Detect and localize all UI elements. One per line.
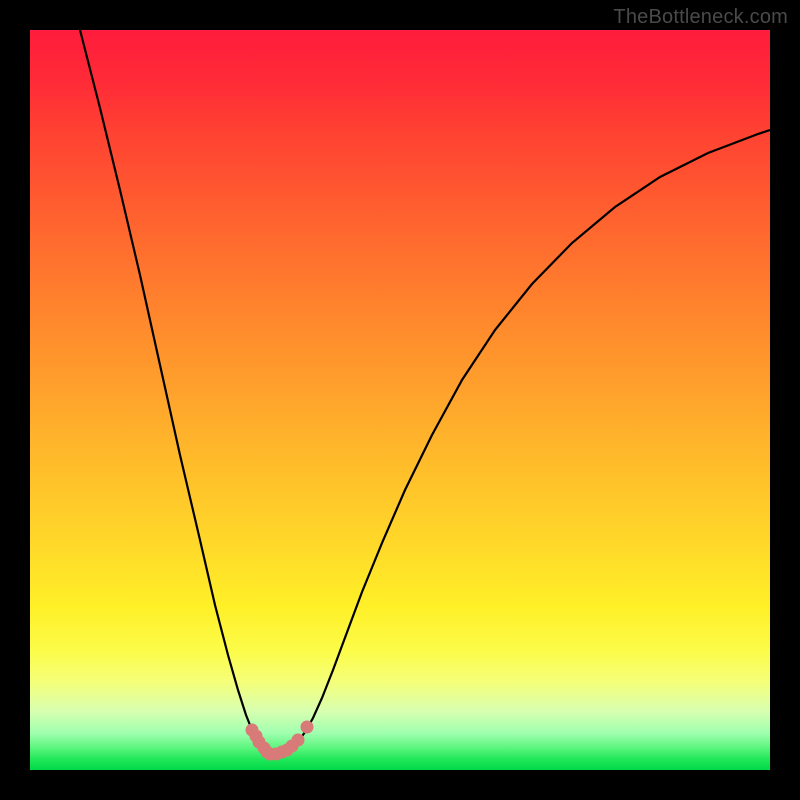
marker-dot [292, 734, 305, 747]
bottleneck-curve [80, 30, 770, 753]
marker-dot [301, 721, 314, 734]
chart-frame: TheBottleneck.com [0, 0, 800, 800]
curve-svg [30, 30, 770, 770]
watermark-text: TheBottleneck.com [613, 6, 788, 29]
marker-dots-group [246, 721, 314, 761]
plot-area [30, 30, 770, 770]
